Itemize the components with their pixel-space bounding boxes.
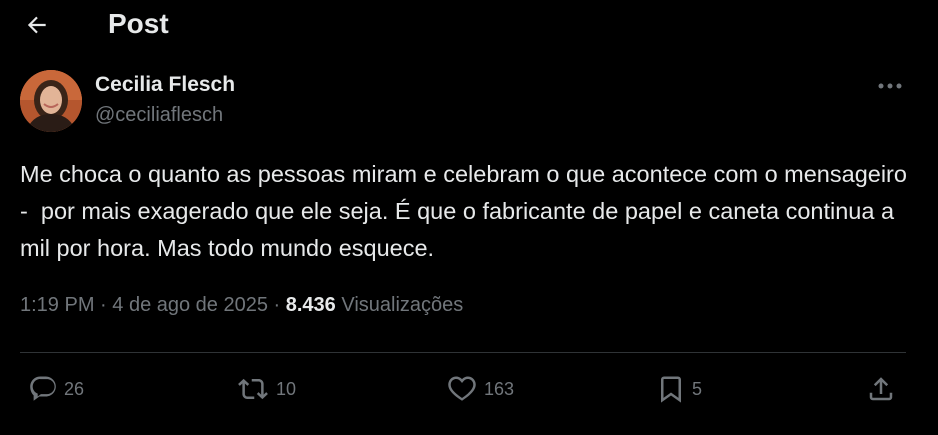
- more-options-button[interactable]: [870, 72, 910, 100]
- meta-separator: ·: [273, 294, 286, 316]
- bookmark-count: 5: [692, 378, 703, 399]
- share-icon: [869, 377, 893, 401]
- views-label: Visualizações: [341, 294, 464, 316]
- arrow-left-icon: [27, 16, 46, 34]
- like-icon: [448, 376, 476, 401]
- top-bar: Post: [0, 0, 938, 50]
- author-handle[interactable]: @ceciliaflesch: [95, 104, 223, 127]
- like-button[interactable]: 163: [446, 372, 514, 406]
- tweet-text: Me choca o quanto as pessoas miram e cel…: [20, 161, 914, 261]
- repost-button[interactable]: 10: [236, 372, 296, 406]
- share-button[interactable]: [866, 372, 896, 406]
- tweet-meta: 1:19 PM · 4 de ago de 2025 · 8.436 Visua…: [20, 294, 463, 317]
- reply-icon: [30, 376, 56, 401]
- more-dots-icon: [878, 83, 902, 89]
- avatar-photo: [20, 70, 82, 132]
- meta-separator: ·: [100, 294, 113, 316]
- tweet-date[interactable]: 4 de ago de 2025: [112, 294, 268, 316]
- bookmark-icon: [661, 376, 681, 403]
- repost-icon: [238, 378, 268, 400]
- author-name[interactable]: Cecilia Flesch: [95, 73, 235, 97]
- reply-count: 26: [64, 378, 85, 399]
- views-count: 8.436: [285, 294, 336, 316]
- back-button[interactable]: [20, 8, 54, 42]
- reply-button[interactable]: 26: [28, 372, 84, 406]
- like-count: 163: [484, 378, 515, 399]
- divider: [20, 352, 906, 353]
- bookmark-button[interactable]: 5: [656, 372, 702, 406]
- page-title: Post: [108, 8, 169, 39]
- repost-count: 10: [276, 378, 297, 399]
- avatar[interactable]: [20, 70, 82, 132]
- tweet-time[interactable]: 1:19 PM: [20, 294, 94, 316]
